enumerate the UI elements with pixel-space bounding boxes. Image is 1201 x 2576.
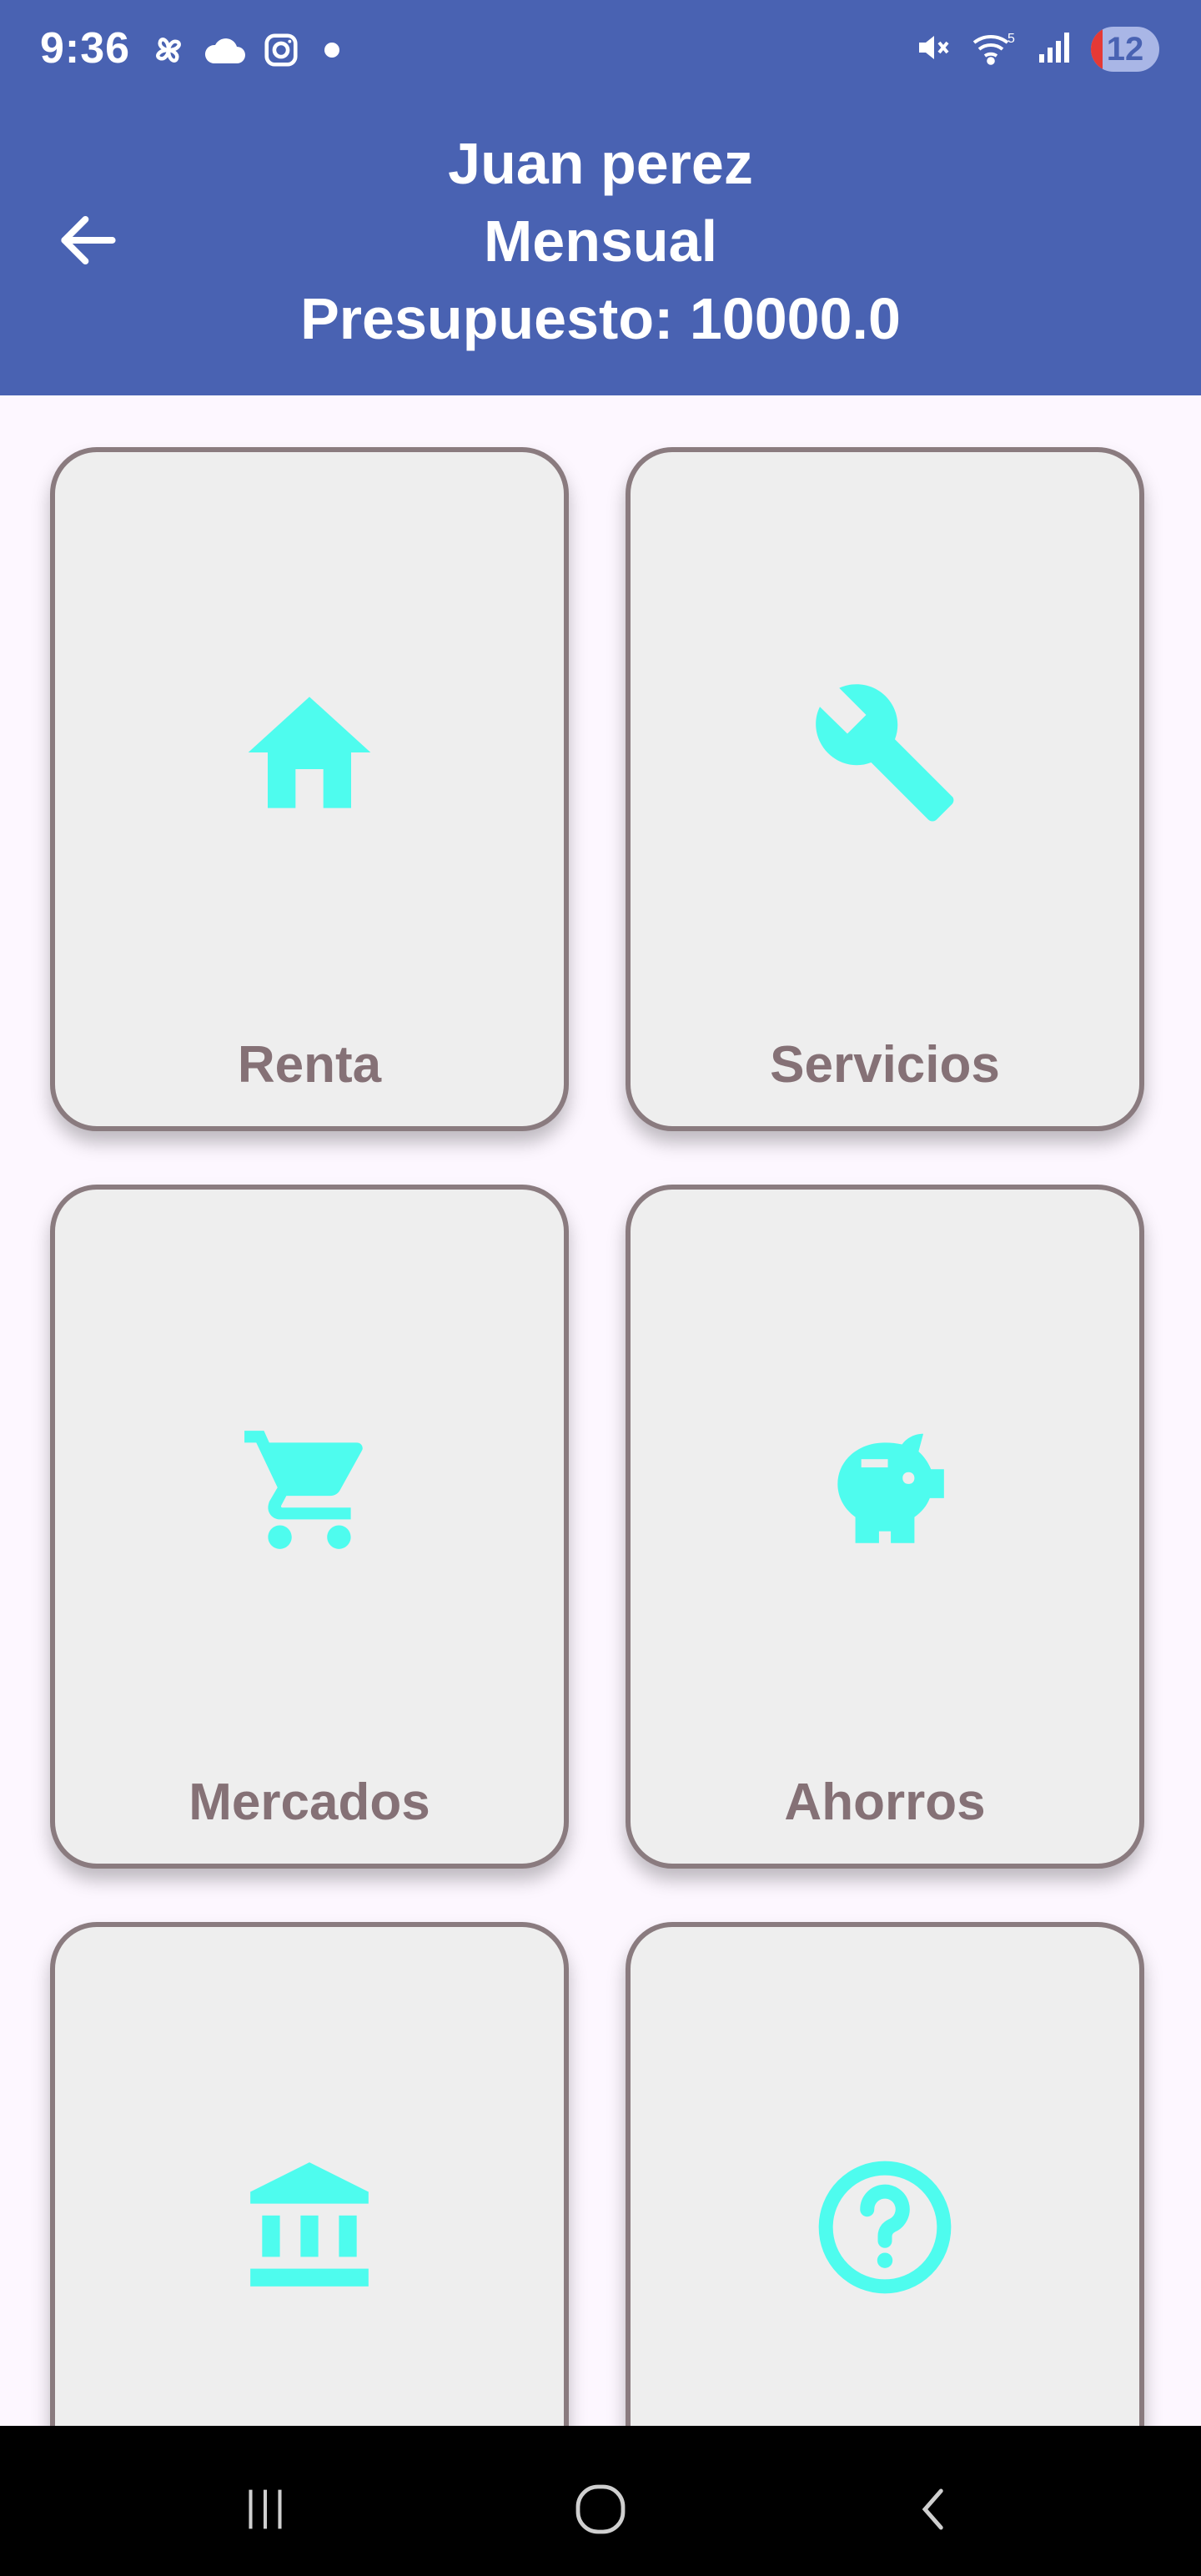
header-title: Juan perez Mensual Presupuesto: 10000.0 [150, 125, 1051, 358]
back-nav-button[interactable] [892, 2468, 976, 2551]
battery-low-indicator [1091, 27, 1103, 72]
home-nav-button[interactable] [559, 2468, 642, 2551]
category-label: Mercados [188, 1774, 430, 1831]
battery-icon: 12 [1091, 27, 1159, 72]
mute-icon [912, 28, 952, 72]
dot-icon [315, 33, 349, 71]
home-circle-icon [575, 2484, 626, 2534]
battery-level: 12 [1106, 30, 1144, 68]
wifi-5-icon: 5 [971, 28, 1018, 72]
app-bar: 9:36 5 12 Juan perez Mensual Presupuesto… [0, 0, 1201, 395]
category-card-ahorros[interactable]: Ahorros [626, 1185, 1144, 1869]
user-name: Juan perez [448, 131, 753, 196]
category-card-servicios[interactable]: Servicios [626, 447, 1144, 1131]
category-card-mercados[interactable]: Mercados [50, 1185, 569, 1869]
back-chevron-icon [922, 2488, 943, 2530]
cloud-icon [204, 33, 247, 71]
signal-icon [1036, 29, 1073, 70]
category-label: Servicios [770, 1036, 1000, 1094]
status-time: 9:36 [40, 24, 131, 73]
system-navigation-bar [0, 2426, 1201, 2576]
shopping-cart-icon [234, 1415, 384, 1565]
instagram-icon [262, 31, 300, 73]
category-label: Ahorros [784, 1774, 986, 1831]
notification-icons [148, 30, 349, 74]
home-icon [234, 677, 384, 828]
pinwheel-icon [148, 30, 188, 74]
recent-apps-icon [249, 2489, 282, 2529]
period-label: Mensual [483, 209, 718, 274]
category-card-renta[interactable]: Renta [50, 447, 569, 1131]
piggy-bank-icon [810, 1415, 960, 1565]
category-label: Renta [237, 1036, 382, 1094]
system-icons: 5 12 [912, 27, 1159, 72]
arrow-back-icon [61, 215, 116, 265]
svg-text:5: 5 [1008, 32, 1015, 46]
back-button[interactable] [48, 200, 128, 280]
screen: 9:36 5 12 Juan perez Mensual Presupuesto… [0, 0, 1201, 2576]
status-bar: 9:36 5 12 [0, 0, 1201, 105]
wrench-icon [810, 677, 960, 828]
help-circle-icon [810, 2152, 960, 2302]
budget-label: Presupuesto: 10000.0 [300, 286, 901, 351]
bank-icon [234, 2152, 384, 2302]
recent-apps-button[interactable] [224, 2468, 307, 2551]
